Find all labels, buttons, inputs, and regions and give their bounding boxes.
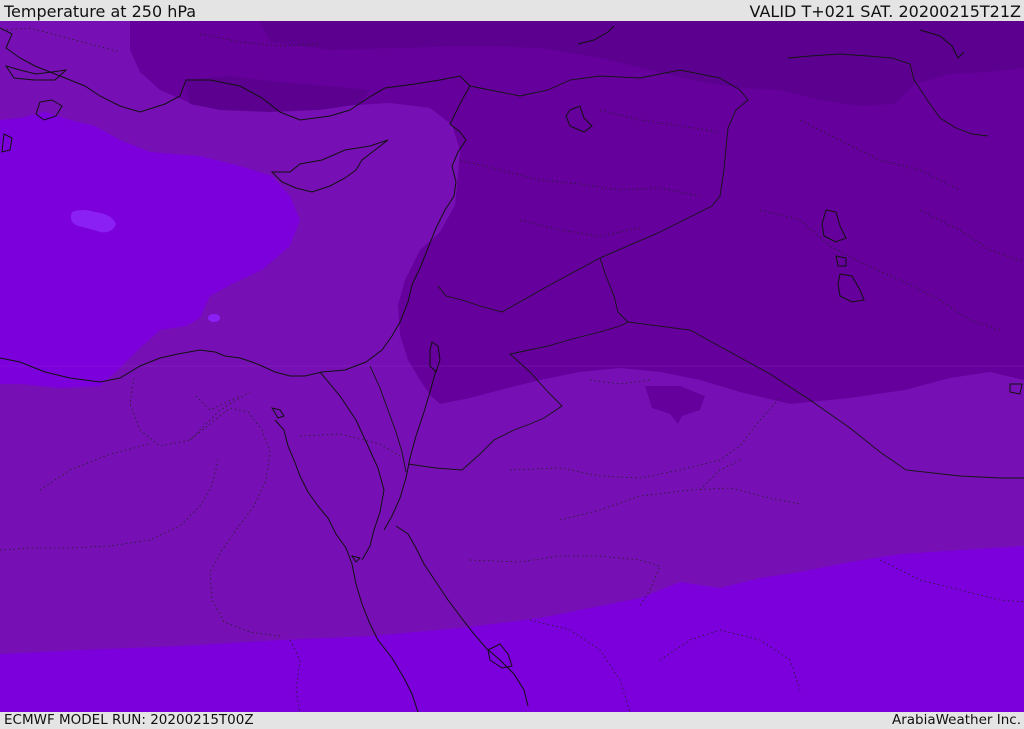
temperature-map — [0, 21, 1024, 712]
credit-label: ArabiaWeather Inc. — [891, 712, 1021, 728]
map-title: Temperature at 250 hPa — [4, 2, 197, 21]
valid-time-label: VALID T+021 SAT. 20200215T21Z — [749, 2, 1021, 21]
footer-bar: ECMWF MODEL RUN: 20200215T00Z ArabiaWeat… — [0, 712, 1024, 729]
model-run-label: ECMWF MODEL RUN: 20200215T00Z — [4, 712, 254, 728]
header-bar: Temperature at 250 hPa VALID T+021 SAT. … — [0, 0, 1024, 21]
temperature-band-warmest-dot — [208, 314, 220, 322]
